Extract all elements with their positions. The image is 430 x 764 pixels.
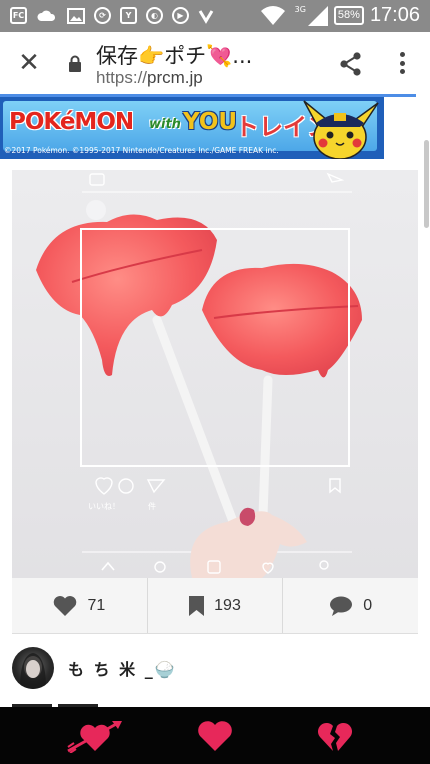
clock: 17:06	[369, 4, 420, 26]
post-stats: 71 193 0	[12, 578, 418, 634]
heart-icon	[54, 596, 77, 616]
status-indicators: 3G 58% 17:06	[260, 4, 420, 27]
app-icon: ◐	[146, 7, 163, 24]
save-button[interactable]: 193	[148, 578, 284, 633]
notification-icons: FC ⟳ Y ◐ ▶	[10, 7, 214, 24]
lock-icon	[69, 55, 81, 72]
close-icon[interactable]: ✕	[16, 50, 42, 76]
heart-icon[interactable]	[198, 721, 232, 751]
wifi-icon	[260, 5, 285, 25]
broken-heart-icon[interactable]	[318, 722, 352, 752]
ad-pokemon-logo: POKéMON	[9, 109, 134, 135]
post-image[interactable]: いいね！ 件	[12, 170, 418, 578]
overlay-like-text: いいね！	[88, 502, 120, 511]
image-icon	[67, 7, 85, 24]
url-host: prcm.jp	[147, 68, 203, 87]
like-count: 71	[87, 596, 106, 614]
ad-banner[interactable]: POKéMON with YOU トレイン ©2017 Pokémon. ©19…	[0, 97, 384, 159]
status-bar: FC ⟳ Y ◐ ▶ 3G 58% 17:06	[0, 0, 430, 32]
network-type: 3G	[294, 5, 306, 14]
overlay-count-text: 件	[148, 502, 156, 511]
scrollbar[interactable]	[424, 140, 429, 228]
notification-icon: FC	[10, 7, 27, 24]
sync-icon: ⟳	[94, 7, 111, 24]
ad-with-text: with	[149, 117, 181, 132]
bottom-action-bar	[0, 707, 430, 764]
save-count: 193	[214, 596, 241, 614]
app-icon: Y	[120, 7, 137, 24]
pikachu-mascot-image	[303, 100, 379, 159]
like-button[interactable]: 71	[12, 578, 148, 633]
comment-count: 0	[363, 596, 373, 614]
username[interactable]: も ち 米 _🍚	[68, 656, 177, 680]
signal-icon	[307, 5, 328, 26]
custom-tab-toolbar: ✕ 保存👉ポチ💘... https://prcm.jp	[0, 32, 430, 94]
comment-button[interactable]: 0	[283, 578, 418, 633]
comment-icon	[330, 596, 353, 616]
share-icon[interactable]	[340, 52, 362, 76]
weather-icon	[37, 10, 56, 21]
url-scheme: https://	[96, 68, 148, 87]
battery-icon: 58%	[333, 6, 364, 25]
ad-you-text: YOU	[183, 109, 238, 135]
page-title: 保存👉ポチ💘...	[96, 44, 253, 68]
app-icon: ▶	[172, 7, 189, 24]
heart-arrow-icon[interactable]	[66, 719, 124, 753]
lollipop-photo	[12, 170, 418, 578]
avatar[interactable]	[12, 647, 54, 689]
page-url[interactable]: https://prcm.jp	[96, 68, 203, 88]
more-vert-icon[interactable]	[396, 52, 408, 74]
bookmark-icon	[189, 595, 205, 616]
check-icon	[198, 9, 214, 24]
ad-copyright: ©2017 Pokémon. ©1995-2017 Nintendo/Creat…	[4, 146, 279, 155]
post-author[interactable]: も ち 米 _🍚	[12, 646, 177, 690]
